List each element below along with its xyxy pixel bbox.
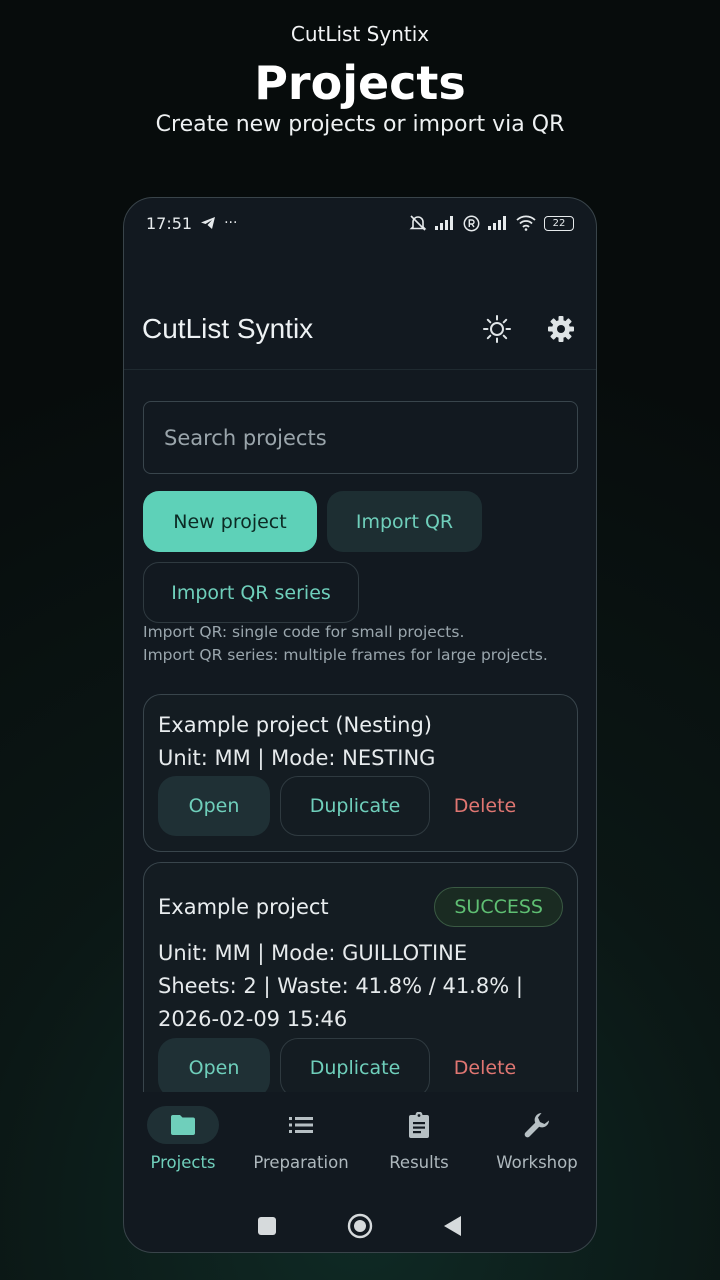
back-icon[interactable] bbox=[443, 1215, 463, 1237]
status-badge: SUCCESS bbox=[434, 887, 563, 927]
list-icon bbox=[289, 1117, 313, 1133]
app-bar: CutList Syntix bbox=[124, 288, 596, 370]
hint-import-qr-series: Import QR series: multiple frames for la… bbox=[143, 646, 548, 664]
wrench-icon bbox=[524, 1113, 549, 1138]
promo-brand: CutList Syntix bbox=[290, 22, 430, 46]
bottom-navigation: Projects Preparation Results Workshop bbox=[124, 1094, 596, 1190]
new-project-button[interactable]: New project bbox=[143, 491, 317, 552]
signal-icon-2 bbox=[488, 216, 506, 230]
status-more-dots: ··· bbox=[224, 215, 238, 231]
project-stats: Sheets: 2 | Waste: 41.8% / 41.8% | bbox=[158, 974, 523, 998]
nav-label: Preparation bbox=[253, 1153, 349, 1172]
signal-icon bbox=[435, 216, 453, 230]
status-bar: 17:51 ··· 22 bbox=[146, 208, 574, 238]
settings-button[interactable] bbox=[544, 312, 578, 346]
open-button[interactable]: Open bbox=[158, 1038, 270, 1092]
project-card[interactable]: Example project SUCCESS Unit: MM | Mode:… bbox=[143, 862, 578, 1092]
projects-content: Search projects New project Import QR Im… bbox=[124, 370, 596, 1092]
nav-label: Projects bbox=[150, 1153, 216, 1172]
import-qr-button[interactable]: Import QR bbox=[327, 491, 482, 552]
home-icon[interactable] bbox=[347, 1213, 373, 1239]
registered-icon bbox=[463, 215, 480, 231]
nav-item-workshop[interactable]: Workshop bbox=[478, 1094, 596, 1190]
nav-item-results[interactable]: Results bbox=[360, 1094, 478, 1190]
import-qr-series-button[interactable]: Import QR series bbox=[143, 562, 359, 623]
duplicate-button[interactable]: Duplicate bbox=[280, 776, 430, 836]
nav-label: Results bbox=[389, 1153, 449, 1172]
gear-icon bbox=[548, 315, 574, 342]
search-input[interactable]: Search projects bbox=[143, 401, 578, 474]
sun-icon bbox=[483, 314, 511, 343]
project-title: Example project bbox=[158, 895, 329, 919]
open-button[interactable]: Open bbox=[158, 776, 270, 836]
telegram-icon bbox=[201, 217, 216, 229]
hint-import-qr: Import QR: single code for small project… bbox=[143, 623, 465, 641]
nav-item-preparation[interactable]: Preparation bbox=[242, 1094, 360, 1190]
theme-toggle-button[interactable] bbox=[480, 312, 514, 346]
project-title: Example project (Nesting) bbox=[158, 713, 433, 737]
battery-level: 22 bbox=[552, 217, 566, 229]
wifi-icon bbox=[516, 215, 536, 231]
delete-button[interactable]: Delete bbox=[440, 776, 530, 836]
project-card[interactable]: Example project (Nesting) Unit: MM | Mod… bbox=[143, 694, 578, 852]
duplicate-button[interactable]: Duplicate bbox=[280, 1038, 430, 1092]
promo-title: Projects bbox=[254, 56, 466, 110]
delete-button[interactable]: Delete bbox=[440, 1038, 530, 1092]
recents-icon[interactable] bbox=[257, 1216, 277, 1236]
clipboard-icon bbox=[409, 1112, 429, 1138]
app-title: CutList Syntix bbox=[142, 312, 314, 344]
project-date: 2026-02-09 15:46 bbox=[158, 1007, 348, 1031]
battery-icon: 22 bbox=[544, 215, 574, 231]
nav-label: Workshop bbox=[496, 1153, 578, 1172]
nav-item-projects[interactable]: Projects bbox=[124, 1094, 242, 1190]
project-meta: Unit: MM | Mode: GUILLOTINE bbox=[158, 941, 468, 965]
project-meta: Unit: MM | Mode: NESTING bbox=[158, 746, 436, 770]
system-navigation bbox=[124, 1208, 596, 1244]
search-placeholder: Search projects bbox=[164, 425, 327, 450]
status-time: 17:51 bbox=[146, 213, 193, 233]
phone-frame: 17:51 ··· 22 CutList Syntix Search proje… bbox=[123, 197, 597, 1253]
folder-icon bbox=[171, 1115, 195, 1135]
muted-bell-icon bbox=[409, 215, 427, 231]
promo-subtitle: Create new projects or import via QR bbox=[155, 112, 565, 137]
